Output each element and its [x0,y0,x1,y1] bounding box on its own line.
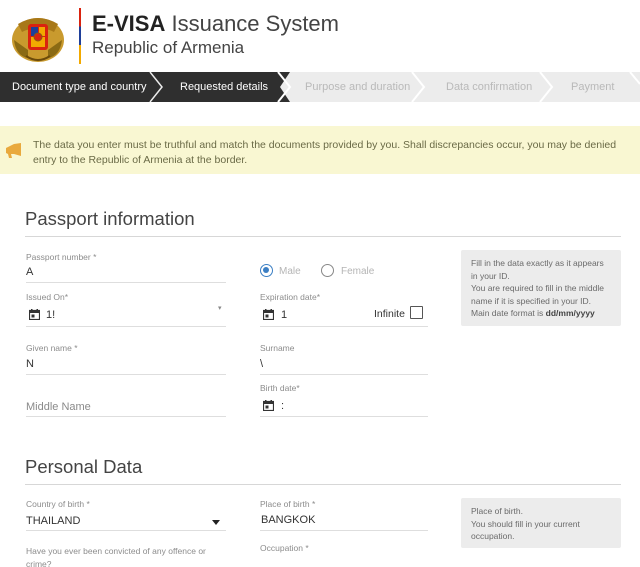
personal-hint-box: Place of birth. You should fill in your … [461,498,621,548]
country-of-birth-select[interactable]: THAILAND [26,515,80,527]
field-underline [260,374,428,375]
hint-line: Main date format is dd/mm/yyyy [471,308,595,318]
sex-male-radio[interactable] [260,264,273,277]
occupation-label: Occupation * [260,543,309,553]
sex-female-label: Female [341,266,375,277]
given-name-input[interactable]: N [26,358,34,370]
progress-steps: Document type and country Requested deta… [0,72,640,102]
infinite-checkbox[interactable] [410,306,423,319]
place-of-birth-label: Place of birth * [260,499,316,509]
step-purpose-duration: Purpose and duration [305,81,411,93]
field-underline [26,374,226,375]
passport-hint-box: Fill in the data exactly as it appears i… [461,250,621,326]
step-document-type[interactable]: Document type and country [12,72,147,102]
birth-date-input[interactable]: : [281,400,284,412]
notice-text: The data you enter must be truthful and … [33,139,617,166]
field-underline [26,416,226,417]
passport-number-label: Passport number * [26,252,97,262]
page-title: E-VISA Issuance System [92,11,339,36]
hint-line: Place of birth. [471,506,523,516]
section-divider [25,236,621,237]
step-payment: Payment [571,81,615,93]
issued-on-label: Issued On* [26,292,69,302]
megaphone-icon [6,143,21,158]
expiration-date-input[interactable]: 1 [281,309,287,321]
field-underline [26,326,226,327]
expiration-date-label: Expiration date* [260,292,321,302]
hint-line: You should fill in your current occupati… [471,518,580,542]
field-underline [26,282,226,283]
sex-male-label: Male [279,266,301,277]
surname-label: Surname [260,343,295,353]
step-data-confirmation: Data confirmation [446,81,533,93]
infinite-label: Infinite [374,308,405,320]
caret-icon: ▾ [218,305,222,312]
issued-on-input[interactable]: 1! [46,309,55,321]
field-underline [260,326,428,327]
surname-input[interactable]: \ [260,358,263,370]
personal-section-title: Personal Data [25,456,143,477]
flag-divider [79,8,81,64]
middle-name-input[interactable]: Middle Name [26,401,91,413]
calendar-icon [263,309,274,320]
birth-date-label: Birth date* [260,383,300,393]
section-divider [25,484,621,485]
place-of-birth-input[interactable]: BANGKOK [261,514,315,526]
page-subtitle: Republic of Armenia [92,38,245,57]
hint-line: Fill in the data exactly as it appears i… [471,258,604,281]
country-of-birth-label: Country of birth * [26,499,90,509]
hint-line: You are required to fill in the middle n… [471,283,604,306]
passport-number-input[interactable]: A [26,266,33,278]
sex-female-radio[interactable] [321,264,334,277]
field-underline [260,530,428,531]
calendar-icon [263,400,274,411]
calendar-icon [29,309,40,320]
field-underline [260,416,428,417]
given-name-label: Given name * [26,343,78,353]
step-requested-details[interactable]: Requested details [180,72,268,102]
passport-section-title: Passport information [25,208,195,229]
site-header: E-VISA Issuance System Republic of Armen… [0,0,640,72]
conviction-question-label: Have you ever been convicted of any offe… [26,546,206,567]
chevron-down-icon[interactable] [212,520,220,525]
field-underline [26,530,226,531]
armenia-coat-of-arms-logo [12,18,64,62]
